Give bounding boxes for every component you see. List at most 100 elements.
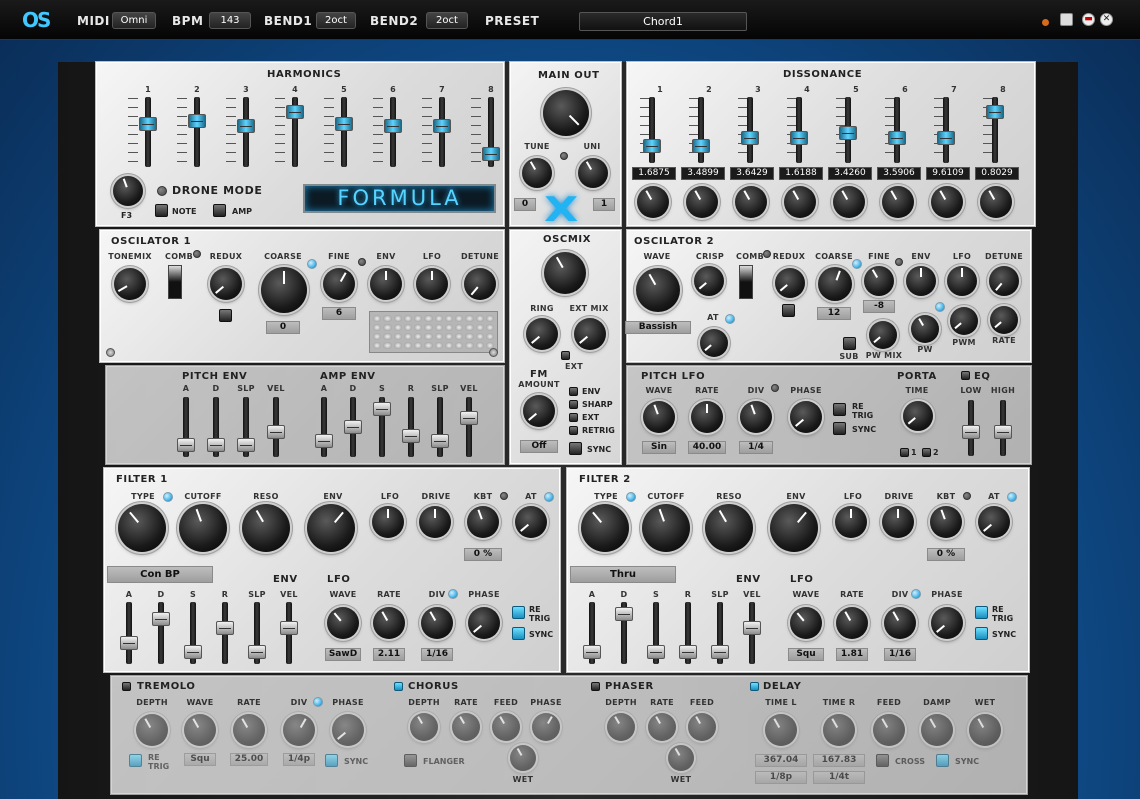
grid-cell[interactable] xyxy=(465,333,474,340)
phaser-feed-knob[interactable] xyxy=(688,713,716,741)
amp-env-a-slider-track[interactable] xyxy=(315,397,333,457)
grid-cell[interactable] xyxy=(485,333,494,340)
filter1-at-led[interactable] xyxy=(544,492,554,502)
phaser-rate-knob[interactable] xyxy=(648,713,676,741)
eq-high-slider-track[interactable] xyxy=(994,400,1012,456)
porta-mode2-button[interactable] xyxy=(922,448,931,457)
grid-cell[interactable] xyxy=(485,315,494,322)
amp-env-s-slider-handle[interactable] xyxy=(373,401,391,416)
harmonic-1-slider-track[interactable] xyxy=(139,97,157,167)
tremolo-div-led[interactable] xyxy=(313,697,323,707)
chorus-depth-knob[interactable] xyxy=(410,713,438,741)
grid-cell[interactable] xyxy=(424,315,433,322)
harmonic-5-slider-handle[interactable] xyxy=(335,116,353,131)
pitch-lfo-rate-knob[interactable] xyxy=(691,401,723,433)
grid-cell[interactable] xyxy=(383,342,392,349)
filter2-lfo-knob[interactable] xyxy=(835,506,867,538)
osc2-pwmix-knob[interactable] xyxy=(869,321,897,349)
dissonance-1-slider-handle[interactable] xyxy=(643,138,661,153)
osc1-tonemix-knob[interactable] xyxy=(114,268,146,300)
osc1-fine-value[interactable]: 6 xyxy=(322,307,356,320)
filter1-env-d-slider-track[interactable] xyxy=(152,602,170,664)
osc1-env-knob[interactable] xyxy=(370,268,402,300)
chorus-phase-knob[interactable] xyxy=(532,713,560,741)
delay-time-l-div[interactable]: 1/8p xyxy=(755,771,807,784)
pitch-env-a-slider-track[interactable] xyxy=(177,397,195,457)
harmonic-5-slider-track[interactable] xyxy=(335,97,353,167)
porta-mode1-button[interactable] xyxy=(900,448,909,457)
eq-low-slider-handle[interactable] xyxy=(962,425,980,440)
tremolo-depth-knob[interactable] xyxy=(136,714,168,746)
dissonance-4-slider-handle[interactable] xyxy=(790,130,808,145)
osc2-fine-led[interactable] xyxy=(895,258,903,266)
eq-high-slider-handle[interactable] xyxy=(994,425,1012,440)
bend2-select[interactable]: 2oct xyxy=(426,12,468,29)
fm-env-button[interactable] xyxy=(569,387,578,396)
filter2-cutoff-knob[interactable] xyxy=(642,504,690,552)
filter1-drive-knob[interactable] xyxy=(419,506,451,538)
osc2-pw-led[interactable] xyxy=(935,302,945,312)
filter1-env-s-slider-handle[interactable] xyxy=(184,645,202,660)
osc2-rate-knob[interactable] xyxy=(990,306,1018,334)
filter1-env-knob[interactable] xyxy=(307,504,355,552)
filter1-lfo-div-value[interactable]: 1/16 xyxy=(421,648,453,661)
osc2-redux-knob[interactable] xyxy=(775,268,805,298)
drone-amp-button[interactable] xyxy=(213,204,226,217)
dissonance-7-value[interactable]: 9.6109 xyxy=(926,167,970,180)
filter1-env-slp-slider-track[interactable] xyxy=(248,602,266,664)
pitch-env-vel-slider-track[interactable] xyxy=(267,397,285,457)
delay-cross-button[interactable] xyxy=(876,754,889,767)
tremolo-retrig-button[interactable] xyxy=(129,754,142,767)
filter1-env-vel-slider-handle[interactable] xyxy=(280,621,298,636)
filter2-env-d-slider-handle[interactable] xyxy=(615,606,633,621)
grid-cell[interactable] xyxy=(424,333,433,340)
filter2-drive-knob[interactable] xyxy=(882,506,914,538)
filter2-lfo-div-value[interactable]: 1/16 xyxy=(884,648,916,661)
pitch-lfo-rate-value[interactable]: 40.00 xyxy=(688,441,726,454)
bend1-select[interactable]: 2oct xyxy=(316,12,356,29)
filter1-lfo-retrig-button[interactable] xyxy=(512,606,525,619)
grid-cell[interactable] xyxy=(455,324,464,331)
uni-knob[interactable] xyxy=(578,158,608,188)
grid-cell[interactable] xyxy=(434,324,443,331)
filter1-env-s-slider-track[interactable] xyxy=(184,602,202,664)
harmonic-7-slider-track[interactable] xyxy=(433,97,451,167)
osc1-fine-knob[interactable] xyxy=(323,268,355,300)
grid-cell[interactable] xyxy=(455,342,464,349)
filter1-kbt-value[interactable]: 0 % xyxy=(464,548,502,561)
fm-amount-knob[interactable] xyxy=(523,395,555,427)
filter1-lfo-phase-knob[interactable] xyxy=(468,607,500,639)
grid-cell[interactable] xyxy=(485,324,494,331)
harmonic-8-slider-track[interactable] xyxy=(482,97,500,167)
amp-env-d-slider-track[interactable] xyxy=(344,397,362,457)
filter2-env-r-slider-track[interactable] xyxy=(679,602,697,664)
tremolo-wave-knob[interactable] xyxy=(184,714,216,746)
filter1-kbt-led[interactable] xyxy=(500,492,508,500)
grid-cell[interactable] xyxy=(465,342,474,349)
pitch-lfo-div-led[interactable] xyxy=(771,384,779,392)
harmonic-1-slider-handle[interactable] xyxy=(139,116,157,131)
delay-sync-button[interactable] xyxy=(936,754,949,767)
filter2-type-value[interactable]: Thru xyxy=(570,566,676,583)
dissonance-5-value[interactable]: 3.4260 xyxy=(828,167,872,180)
filter1-lfo-rate-value[interactable]: 2.11 xyxy=(373,648,405,661)
grid-cell[interactable] xyxy=(455,333,464,340)
amp-env-d-slider-handle[interactable] xyxy=(344,420,362,434)
filter2-kbt-led[interactable] xyxy=(963,492,971,500)
dissonance-3-slider-handle[interactable] xyxy=(741,130,759,145)
pitch-lfo-div-knob[interactable] xyxy=(740,401,772,433)
osc2-wave-value[interactable]: Bassish xyxy=(625,321,691,334)
filter1-env-vel-slider-track[interactable] xyxy=(280,602,298,664)
amp-env-r-slider-handle[interactable] xyxy=(402,429,420,444)
osc1-lfo-knob[interactable] xyxy=(416,268,448,300)
grid-cell[interactable] xyxy=(383,315,392,322)
osc2-coarse-value[interactable]: 12 xyxy=(817,307,851,320)
amp-env-slp-slider-track[interactable] xyxy=(431,397,449,457)
minimize-icon[interactable]: ▬ xyxy=(1082,13,1095,26)
filter1-type-knob[interactable] xyxy=(118,504,166,552)
filter2-lfo-div-led[interactable] xyxy=(911,589,921,599)
osc2-comb-led[interactable] xyxy=(763,250,771,258)
filter2-type-led[interactable] xyxy=(626,492,636,502)
dissonance-2-knob[interactable] xyxy=(686,186,718,218)
filter1-type-value[interactable]: Con BP xyxy=(107,566,213,583)
